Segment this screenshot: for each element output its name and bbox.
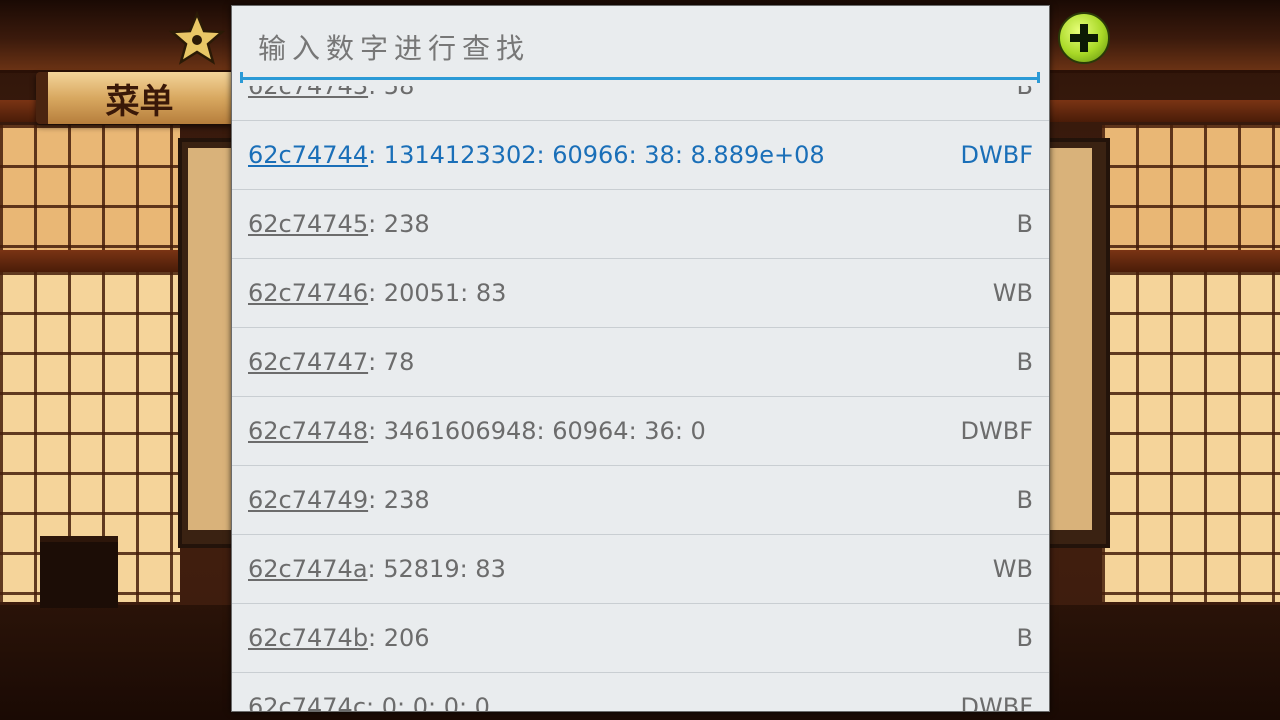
shoji-screen-right-upper (1102, 125, 1280, 250)
memory-values: : 3461606948: 60964: 36: 0 (368, 417, 706, 445)
list-item[interactable]: 62c74745: 238 B (232, 190, 1049, 259)
memory-values: : 78 (368, 348, 415, 376)
star-icon (169, 11, 225, 65)
list-item[interactable]: 62c7474a: 52819: 83 WB (232, 535, 1049, 604)
result-list[interactable]: 62c74743: 58 B 62c74744: 1314123302: 60966… (232, 52, 1049, 712)
memory-address-link[interactable]: 62c7474b (248, 624, 368, 652)
search-bar (232, 6, 1049, 86)
value-type-label: WB (992, 279, 1033, 307)
hanging-scroll-right (1046, 148, 1092, 530)
add-button[interactable] (1058, 12, 1110, 64)
memory-address-link[interactable]: 62c74747 (248, 348, 368, 376)
value-type-label: DWBF (960, 693, 1033, 712)
memory-values: : 206 (368, 624, 430, 652)
memory-values: : 1314123302: 60966: 38: 8.889e+08 (368, 141, 825, 169)
memory-address-link[interactable]: 62c74745 (248, 210, 368, 238)
list-item[interactable]: 62c7474b: 206 B (232, 604, 1049, 673)
list-item[interactable]: 62c74744: 1314123302: 60966: 38: 8.889e+… (232, 121, 1049, 190)
hanging-scroll (188, 148, 234, 530)
search-dialog: 62c74743: 58 B 62c74744: 1314123302: 60966… (231, 5, 1050, 712)
memory-address-link[interactable]: 62c7474a (248, 555, 368, 583)
list-item[interactable]: 62c7474c: 0: 0: 0: 0 DWBF (232, 673, 1049, 712)
list-item[interactable]: 62c74749: 238 B (232, 466, 1049, 535)
list-item[interactable]: 62c74748: 3461606948: 60964: 36: 0 DWBF (232, 397, 1049, 466)
memory-address-link[interactable]: 62c74746 (248, 279, 368, 307)
game-screen: 菜单 62c74743: 58 B 62c74744: 1314123302: 60… (0, 0, 1280, 720)
memory-values: : 238 (368, 486, 430, 514)
value-type-label: B (1016, 210, 1033, 238)
memory-values: : 20051: 83 (368, 279, 507, 307)
list-item[interactable]: 62c74746: 20051: 83 WB (232, 259, 1049, 328)
memory-values: : 0: 0: 0: 0 (366, 693, 490, 712)
value-type-label: B (1016, 486, 1033, 514)
memory-address-link[interactable]: 62c74744 (248, 141, 368, 169)
value-type-label: B (1016, 348, 1033, 376)
value-type-label: WB (992, 555, 1033, 583)
value-type-label: DWBF (960, 417, 1033, 445)
memory-address-link[interactable]: 62c7474c (248, 693, 366, 711)
memory-address-link[interactable]: 62c74749 (248, 486, 368, 514)
input-underline-edge (240, 72, 243, 83)
memory-address-link[interactable]: 62c74748 (248, 417, 368, 445)
shoji-screen-left-upper (0, 125, 180, 250)
menu-button[interactable]: 菜单 (36, 72, 231, 124)
value-type-label: B (1016, 624, 1033, 652)
list-item[interactable]: 62c74747: 78 B (232, 328, 1049, 397)
wooden-post (40, 536, 118, 608)
search-input[interactable] (240, 20, 1040, 80)
shoji-screen-right (1102, 272, 1280, 602)
memory-values: : 52819: 83 (367, 555, 506, 583)
memory-values: : 238 (368, 210, 430, 238)
value-type-label: DWBF (960, 141, 1033, 169)
input-underline-edge (1037, 72, 1040, 83)
plus-icon (1070, 24, 1098, 52)
star-button[interactable] (168, 10, 226, 68)
